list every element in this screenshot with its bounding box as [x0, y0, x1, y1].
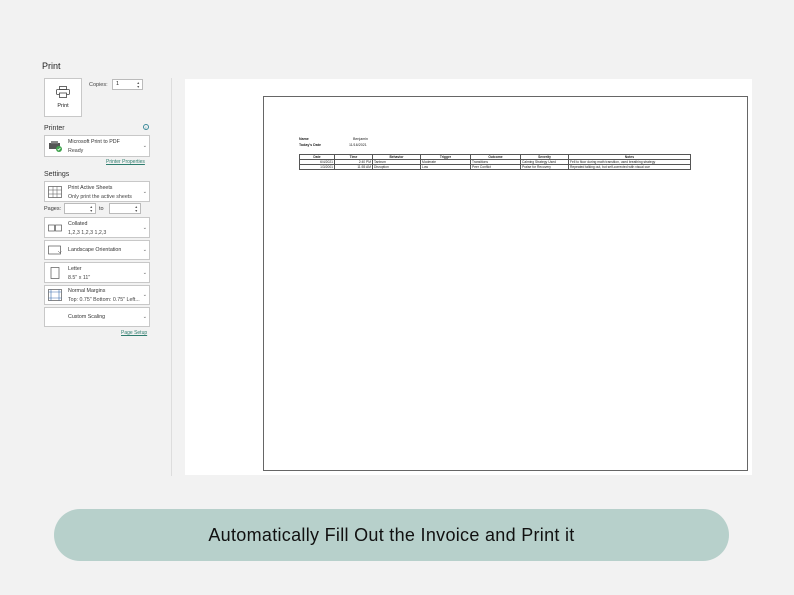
chevron-down-icon: ⌄	[142, 292, 147, 298]
copies-input[interactable]: 1 ▲ ▼	[112, 79, 143, 90]
printer-dropdown[interactable]: Microsoft Print to PDF Ready ⌄	[44, 135, 150, 157]
printer-properties-link[interactable]: Printer Properties	[106, 159, 145, 165]
table-row: 1/3/2001 11:55 AM Disruption Low Peer Co…	[299, 164, 691, 170]
scaling-label: Custom Scaling	[68, 314, 106, 320]
chevron-down-icon: ⌄	[142, 269, 147, 276]
paper-icon	[50, 266, 60, 279]
table-cell: Repeated talking out, but self-corrected…	[568, 164, 691, 170]
chevron-down-icon: ⌄	[142, 224, 147, 231]
collation-order: 1,2,3 1,2,3 1,2,3	[68, 230, 107, 236]
print-what-dropdown[interactable]: Print Active Sheets Only print the activ…	[44, 181, 150, 202]
page-setup-link[interactable]: Page Setup	[121, 330, 147, 336]
table-cell: 1/3/2001	[299, 164, 335, 170]
copies-spinner[interactable]: ▲ ▼	[137, 81, 140, 89]
orientation-label: Landscape Orientation	[68, 247, 122, 253]
collated-icon	[48, 224, 62, 231]
chevron-down-icon: ⌄	[142, 143, 147, 149]
pages-to-spinner[interactable]: ▲ ▼	[135, 205, 138, 213]
print-button-label: Print	[57, 103, 69, 109]
margins-detail: Top: 0.75" Bottom: 0.75" Left...	[68, 297, 140, 303]
margins-label: Normal Margins	[68, 288, 106, 294]
orientation-dropdown[interactable]: Landscape Orientation ⌄	[44, 240, 150, 260]
pages-to-label: to	[99, 206, 104, 212]
date-label: Today's Date	[299, 143, 321, 147]
sheets-grid-icon	[48, 185, 62, 198]
printer-ready-icon	[49, 141, 62, 152]
print-what-desc: Only print the active sheets	[68, 194, 132, 200]
print-backstage: Print Print Copies: 1 ▲ ▼ Printer i Micro…	[0, 0, 794, 595]
name-label: Name	[299, 137, 309, 141]
chevron-down-icon: ⌄	[142, 314, 147, 320]
copies-label: Copies:	[89, 82, 108, 88]
panel-divider	[171, 78, 172, 476]
table-cell: Peer Conflict	[470, 164, 521, 170]
paper-size-dims: 8.5" x 11"	[68, 275, 91, 281]
info-icon[interactable]: i	[143, 124, 149, 130]
date-value: 11/16/2021	[349, 143, 367, 147]
page-title: Print	[42, 61, 61, 71]
table-cell: Disruption	[372, 164, 421, 170]
paper-size-label: Letter	[68, 266, 82, 272]
preview-page: Name Benjamin Today's Date 11/16/2021 Da…	[263, 96, 748, 471]
print-what-label: Print Active Sheets	[68, 185, 113, 191]
margins-dropdown[interactable]: Normal Margins Top: 0.75" Bottom: 0.75" …	[44, 285, 150, 305]
scaling-dropdown[interactable]: Custom Scaling ⌄	[44, 307, 150, 327]
chevron-down-icon: ⌄	[142, 188, 147, 195]
settings-section-title: Settings	[44, 171, 70, 178]
printer-name: Microsoft Print to PDF	[68, 139, 120, 145]
table-cell: Low	[420, 164, 471, 170]
print-button[interactable]: Print	[44, 78, 82, 117]
margins-icon	[48, 289, 62, 301]
caption-banner: Automatically Fill Out the Invoice and P…	[54, 509, 729, 561]
copies-value: 1	[116, 81, 120, 87]
chevron-down-icon: ⌄	[142, 247, 147, 253]
pages-to-input[interactable]: ▲ ▼	[109, 203, 141, 214]
pages-from-spinner[interactable]: ▲ ▼	[90, 205, 93, 213]
pages-from-input[interactable]: ▲ ▼	[64, 203, 96, 214]
collation-label: Collated	[68, 221, 88, 227]
pages-label: Pages:	[44, 206, 62, 212]
caption-text: Automatically Fill Out the Invoice and P…	[208, 524, 575, 545]
printer-status: Ready	[68, 148, 84, 154]
name-value: Benjamin	[353, 137, 368, 141]
paper-size-dropdown[interactable]: Letter 8.5" x 11" ⌄	[44, 262, 150, 283]
printer-section-title: Printer	[44, 125, 65, 132]
behavior-log-table: Date Time Behavior Trigger Outcome Sever…	[299, 154, 691, 170]
printer-icon	[56, 86, 70, 98]
table-cell: 11:55 AM	[334, 164, 373, 170]
collation-dropdown[interactable]: Collated 1,2,3 1,2,3 1,2,3 ⌄	[44, 217, 150, 238]
table-cell: Praise for Recovery	[520, 164, 569, 170]
landscape-icon	[48, 245, 62, 255]
